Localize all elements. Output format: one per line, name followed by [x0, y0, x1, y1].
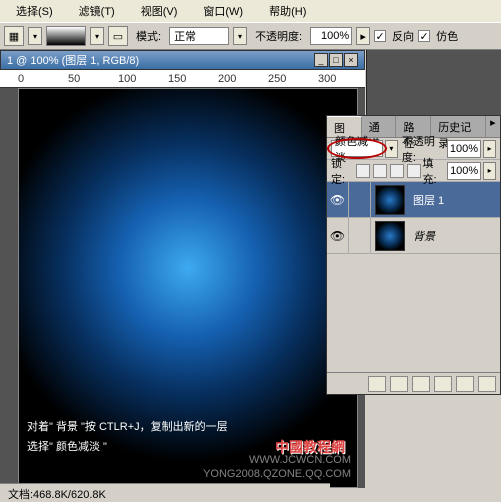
gradient-picker-arrow[interactable]: ▾: [90, 27, 104, 45]
tool-preset-dropdown[interactable]: ▾: [28, 27, 42, 45]
mode-label: 模式:: [132, 28, 165, 44]
new-layer-icon[interactable]: [456, 376, 474, 392]
blend-row: 颜色减淡 ▾ 不透明度: 100% ▸: [327, 138, 500, 160]
visibility-toggle[interactable]: 👁: [327, 182, 349, 218]
gradient-preview[interactable]: [46, 26, 86, 46]
layer-opacity-arrow[interactable]: ▸: [483, 140, 496, 158]
workspace-gray-area: [366, 50, 501, 115]
canvas-area: 0 50 100 150 200 250 300 对着" 背景 "按 CTLR+…: [0, 70, 365, 488]
dither-checkbox[interactable]: ✓: [418, 30, 430, 42]
mode-arrow[interactable]: ▾: [233, 27, 247, 45]
layer-name: 背景: [409, 228, 439, 244]
dither-label: 仿色: [436, 28, 458, 44]
fill-label: 填充:: [423, 155, 446, 187]
link-col[interactable]: [349, 218, 371, 254]
ruler-horizontal: 0 50 100 150 200 250 300: [0, 70, 365, 88]
fx-icon[interactable]: [368, 376, 386, 392]
opacity-label: 不透明度:: [251, 28, 306, 44]
document-title: 1 @ 100% (图层 1, RGB/8): [7, 52, 139, 68]
layer-opacity-input[interactable]: 100%: [447, 140, 481, 158]
tutorial-caption: 对着" 背景 "按 CTLR+J，复制出新的一层 选择" 颜色减淡 ": [27, 417, 228, 457]
linear-gradient-icon[interactable]: ▭: [108, 26, 128, 46]
menu-help[interactable]: 帮助(H): [257, 1, 318, 21]
gradient-tool-icon[interactable]: ▦: [4, 26, 24, 46]
maximize-button[interactable]: □: [329, 53, 343, 67]
watermark: WWW.JCWCN.COM YONG2008.QZONE.QQ.COM: [203, 453, 351, 481]
menu-view[interactable]: 视图(V): [129, 1, 190, 21]
folder-icon[interactable]: [412, 376, 430, 392]
panel-menu-icon[interactable]: ▸: [486, 116, 500, 137]
document-titlebar: 1 @ 100% (图层 1, RGB/8) _ □ ×: [0, 50, 365, 70]
minimize-button[interactable]: _: [314, 53, 328, 67]
panel-bottom-bar: [327, 372, 500, 394]
layer-name: 图层 1: [409, 192, 448, 208]
lock-all-icon[interactable]: [407, 164, 421, 178]
close-button[interactable]: ×: [344, 53, 358, 67]
opacity-input[interactable]: 100%: [310, 27, 352, 45]
fill-input[interactable]: 100%: [447, 162, 481, 180]
options-bar: ▦ ▾ ▾ ▭ 模式: 正常 ▾ 不透明度: 100% ▸ ✓ 反向 ✓ 仿色: [0, 22, 501, 50]
mode-select[interactable]: 正常: [169, 27, 229, 45]
status-bar: 文档:468.8K/620.8K: [0, 483, 330, 501]
menu-window[interactable]: 窗口(W): [191, 1, 255, 21]
blend-mode-select[interactable]: 颜色减淡: [331, 140, 383, 157]
reverse-label: 反向: [392, 28, 414, 44]
trash-icon[interactable]: [478, 376, 496, 392]
menu-select[interactable]: 选择(S): [4, 1, 65, 21]
menu-filter[interactable]: 滤镜(T): [67, 1, 127, 21]
layer-item-bg[interactable]: 👁 背景: [327, 218, 500, 254]
visibility-toggle[interactable]: 👁: [327, 218, 349, 254]
layer-list: 👁 图层 1 👁 背景: [327, 182, 500, 254]
layer-thumb[interactable]: [375, 221, 405, 251]
layer-thumb[interactable]: [375, 185, 405, 215]
link-col[interactable]: [349, 182, 371, 218]
layers-panel: 图层 通道 路径 历史记录 ▸ 颜色减淡 ▾ 不透明度: 100% ▸ 锁定: …: [326, 115, 501, 395]
opacity-arrow[interactable]: ▸: [356, 27, 370, 45]
lock-transparent-icon[interactable]: [356, 164, 370, 178]
adjust-icon[interactable]: [434, 376, 452, 392]
canvas[interactable]: 对着" 背景 "按 CTLR+J，复制出新的一层 选择" 颜色减淡 " 中國教程…: [18, 88, 358, 488]
fill-arrow[interactable]: ▸: [483, 162, 496, 180]
layer-item-1[interactable]: 👁 图层 1: [327, 182, 500, 218]
mask-icon[interactable]: [390, 376, 408, 392]
lock-pixels-icon[interactable]: [373, 164, 387, 178]
menu-bar: 选择(S) 滤镜(T) 视图(V) 窗口(W) 帮助(H): [0, 0, 501, 22]
reverse-checkbox[interactable]: ✓: [374, 30, 386, 42]
lock-position-icon[interactable]: [390, 164, 404, 178]
